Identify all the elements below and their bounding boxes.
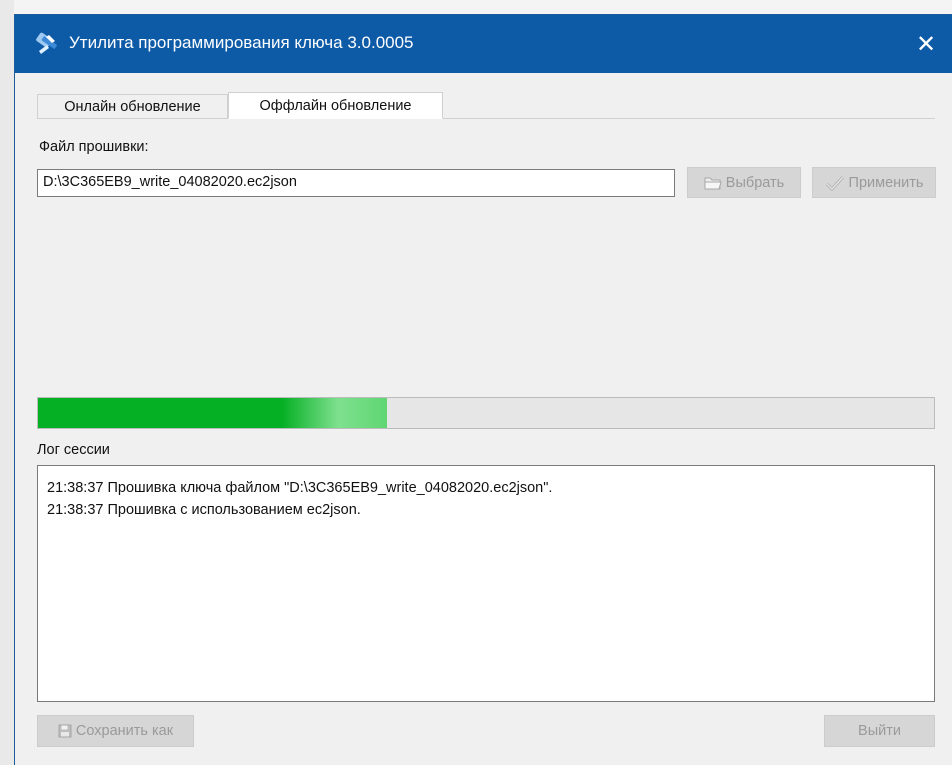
select-file-button[interactable]: Выбрать xyxy=(687,167,801,198)
save-as-button[interactable]: Сохранить как xyxy=(37,715,194,747)
app-window: Утилита программирования ключа 3.0.0005 … xyxy=(14,14,952,765)
select-file-label: Выбрать xyxy=(725,174,785,191)
apply-label: Применить xyxy=(848,174,924,191)
save-as-label: Сохранить как xyxy=(75,723,174,739)
apply-button[interactable]: Применить xyxy=(812,167,936,198)
key-programmer-app-icon xyxy=(36,32,57,54)
firmware-file-label: Файл прошивки: xyxy=(39,139,149,155)
exit-label: Выйти xyxy=(858,723,901,739)
session-log-label: Лог сессии xyxy=(37,442,110,458)
desktop-background-top xyxy=(0,0,952,14)
exit-button[interactable]: Выйти xyxy=(824,715,935,747)
firmware-path-input[interactable]: D:\3C365EB9_write_04082020.ec2json xyxy=(37,169,675,197)
checkmark-icon xyxy=(825,175,844,191)
tab-online-update[interactable]: Онлайн обновление xyxy=(37,94,228,119)
floppy-disk-icon xyxy=(58,724,72,738)
session-log[interactable]: 21:38:37 Прошивка ключа файлом "D:\3C365… xyxy=(37,465,935,702)
tab-offline-update[interactable]: Оффлайн обновление xyxy=(228,92,443,119)
folder-icon xyxy=(704,177,722,189)
window-title: Утилита программирования ключа 3.0.0005 xyxy=(69,33,414,52)
log-line: 21:38:37 Прошивка ключа файлом "D:\3C365… xyxy=(47,480,553,496)
close-icon[interactable]: ✕ xyxy=(900,15,952,73)
title-bar[interactable]: Утилита программирования ключа 3.0.0005 … xyxy=(15,15,952,73)
progress-bar-fill xyxy=(38,398,388,428)
log-line: 21:38:37 Прошивка с использованием ec2js… xyxy=(47,502,361,518)
desktop-background-left xyxy=(0,0,14,765)
progress-bar xyxy=(37,397,935,429)
